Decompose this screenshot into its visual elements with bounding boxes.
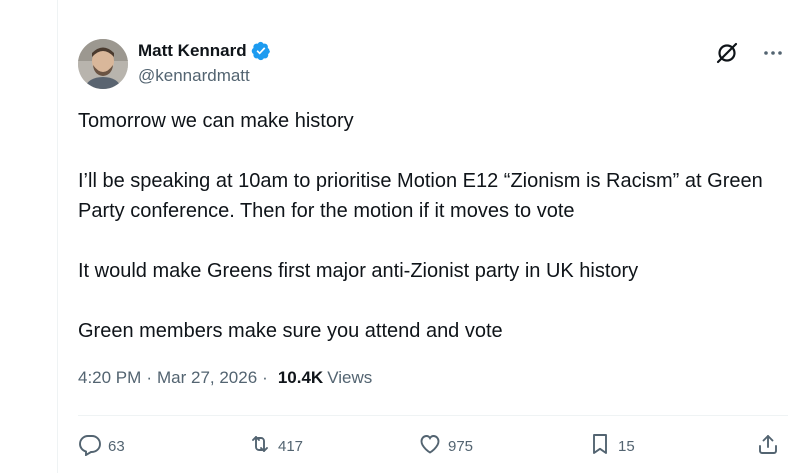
avatar[interactable]	[78, 39, 128, 89]
bookmark-count: 15	[618, 437, 635, 455]
grok-icon[interactable]	[714, 40, 740, 66]
share-icon	[756, 432, 780, 460]
verified-badge-icon[interactable]	[251, 41, 271, 61]
handle[interactable]: @kennardmatt	[138, 66, 271, 86]
tweet-paragraph: It would make Greens first major anti-Zi…	[78, 260, 639, 282]
timestamp-time[interactable]: 4:20 PM	[78, 368, 141, 388]
reply-icon	[78, 432, 102, 460]
tweet-header: Matt Kennard @kennardmatt	[78, 38, 788, 90]
bookmark-icon	[588, 432, 612, 460]
more-icon[interactable]	[762, 42, 784, 64]
divider	[78, 415, 788, 416]
timestamp-date[interactable]: Mar 27, 2026	[157, 368, 257, 388]
meta-separator: ·	[262, 368, 268, 387]
repost-button[interactable]: 417	[248, 428, 303, 464]
repost-icon	[248, 432, 272, 460]
action-bar: 63 417 975 15	[78, 428, 788, 464]
tweet-paragraph: Green members make sure you attend and v…	[78, 320, 503, 342]
views-count: 10.4K	[277, 368, 324, 387]
like-button[interactable]: 975	[418, 428, 473, 464]
repost-count: 417	[278, 437, 304, 455]
heart-icon	[418, 432, 442, 460]
meta-separator: ·	[146, 368, 152, 387]
like-count: 975	[448, 437, 474, 455]
tweet-meta: 4:20 PM · Mar 27, 2026 · 10.4K Views	[78, 368, 372, 388]
reply-count: 63	[108, 437, 125, 455]
views-label: Views	[327, 368, 373, 387]
display-name[interactable]: Matt Kennard	[138, 41, 247, 61]
share-button[interactable]	[756, 428, 780, 464]
bookmark-button[interactable]: 15	[588, 428, 635, 464]
tweet-paragraph: I’ll be speaking at 10am to prioritise M…	[78, 170, 769, 222]
reply-button[interactable]: 63	[78, 428, 125, 464]
tweet: Matt Kennard @kennardmatt Tomorrow we ca…	[58, 0, 808, 473]
tweet-text: Tomorrow we can make history I’ll be spe…	[78, 106, 788, 376]
tweet-paragraph: Tomorrow we can make history	[78, 110, 354, 132]
